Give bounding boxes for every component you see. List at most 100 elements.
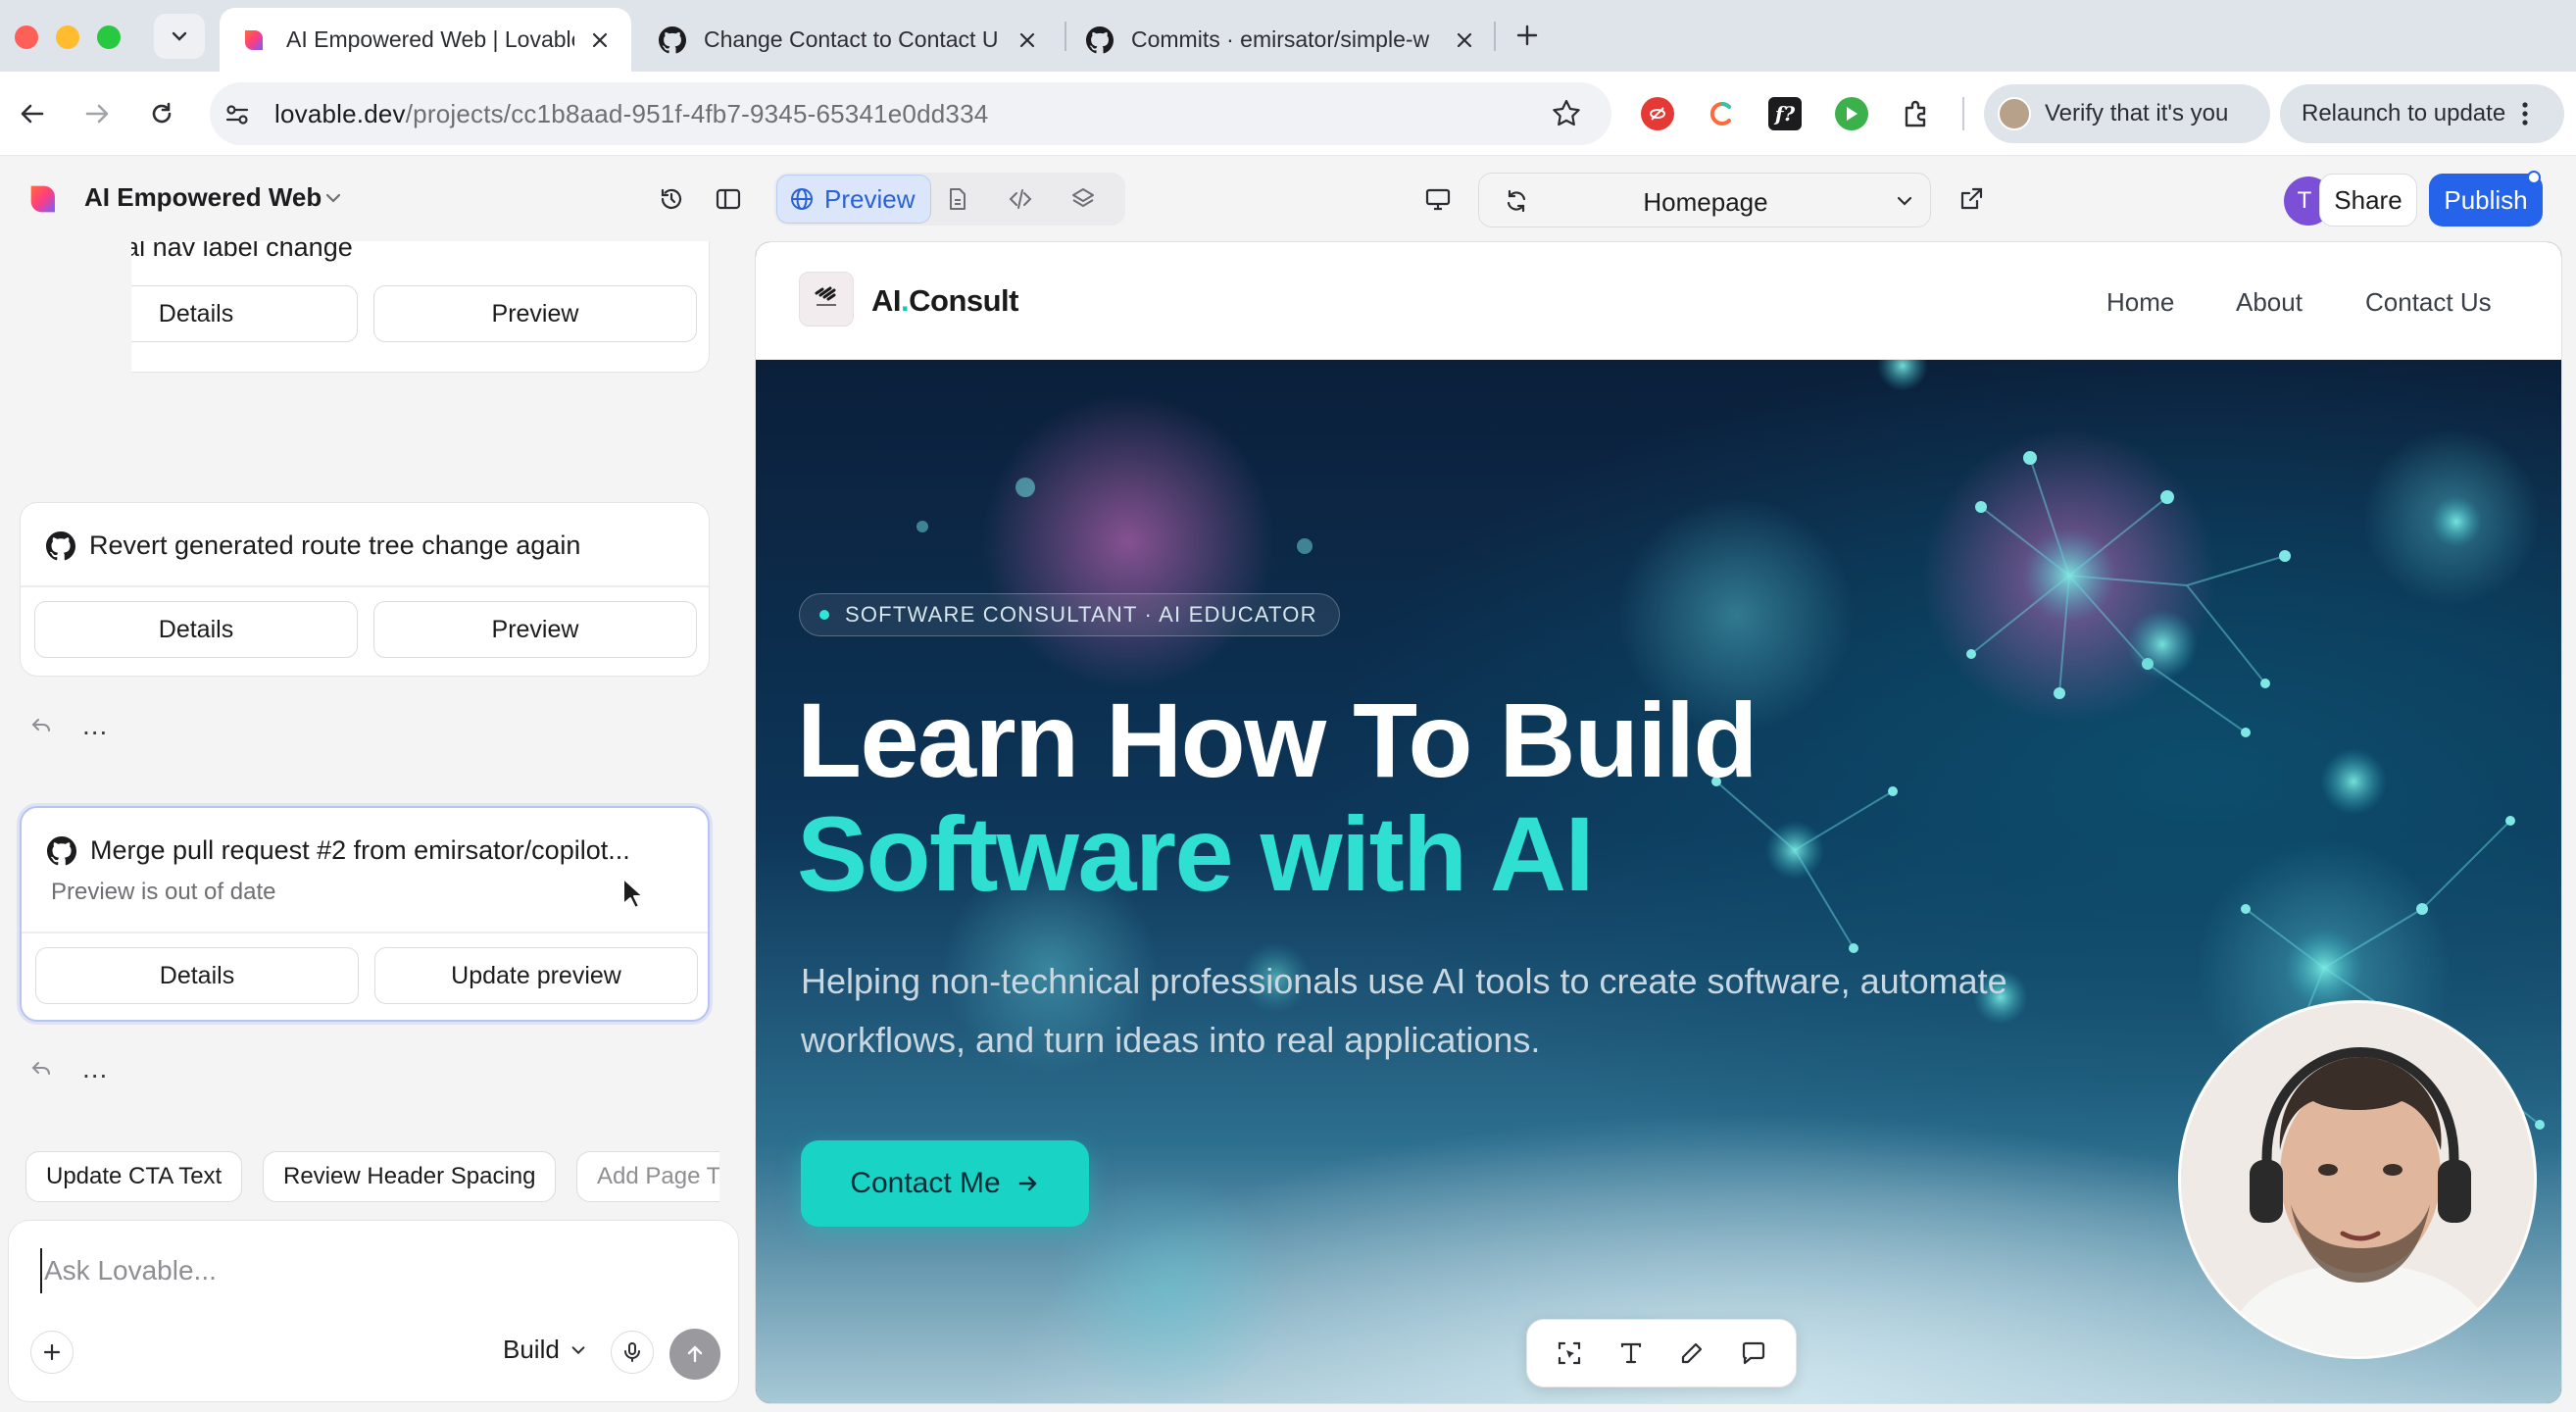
toolbar-divider: [1962, 97, 1964, 130]
close-icon[interactable]: [1017, 30, 1037, 50]
voice-input-button[interactable]: [611, 1331, 654, 1374]
tab-lovable[interactable]: AI Empowered Web | Lovable: [220, 8, 631, 72]
history-icon: [661, 188, 682, 209]
details-button[interactable]: Details: [35, 947, 359, 1004]
chevron-down-icon[interactable]: [323, 188, 343, 208]
details-button[interactable]: Details: [34, 601, 358, 658]
message-actions: ...: [29, 1053, 108, 1084]
nav-link-home[interactable]: Home: [2106, 287, 2174, 318]
history-button[interactable]: [653, 180, 690, 218]
suggestion-chip[interactable]: Review Header Spacing: [263, 1151, 557, 1202]
preview-button[interactable]: Preview: [373, 285, 697, 342]
file-icon: [950, 188, 966, 210]
webcam-overlay: [2178, 1000, 2537, 1359]
notification-dot: [2527, 171, 2541, 184]
visual-edit-toolbar: [1526, 1319, 1797, 1387]
arrow-right-icon: [85, 104, 109, 124]
extension-c-icon[interactable]: [1706, 97, 1739, 130]
chat-input[interactable]: [40, 1248, 687, 1293]
hero-headline-accent: Software with AI: [797, 794, 1595, 913]
close-icon[interactable]: [1455, 30, 1474, 50]
project-name[interactable]: AI Empowered Web: [84, 182, 322, 213]
nav-link-about[interactable]: About: [2236, 287, 2303, 318]
card-divider: [22, 932, 708, 933]
tab-code[interactable]: [1002, 180, 1039, 218]
back-button[interactable]: [12, 93, 53, 134]
more-options-button[interactable]: ...: [82, 1053, 108, 1084]
toggle-sidebar-button[interactable]: [710, 180, 747, 218]
presenter-video-image: [2181, 1003, 2534, 1356]
select-element-button[interactable]: [1549, 1333, 1590, 1374]
site-logo[interactable]: [799, 272, 854, 327]
device-toggle-button[interactable]: [1419, 180, 1457, 218]
github-icon: [46, 530, 75, 560]
tab-layers[interactable]: [1065, 180, 1102, 218]
send-button[interactable]: [669, 1329, 720, 1380]
build-mode-select[interactable]: Build: [503, 1335, 587, 1365]
tab-github-commits[interactable]: Commits · emirsator/simple-w: [1065, 8, 1496, 72]
commit-card: Revert generated route tree change again…: [20, 502, 710, 677]
draw-button[interactable]: [1671, 1333, 1712, 1374]
chevron-down-icon: [571, 1345, 585, 1354]
lovable-logo-icon[interactable]: [27, 182, 61, 216]
github-icon: [47, 835, 76, 865]
extension-play-icon[interactable]: [1835, 97, 1868, 130]
close-icon[interactable]: [590, 30, 610, 50]
site-settings-icon[interactable]: [223, 101, 251, 128]
tab-search-button[interactable]: [154, 14, 205, 59]
text-edit-button[interactable]: [1610, 1333, 1652, 1374]
message-actions: ...: [29, 710, 108, 741]
site-navbar: AI.Consult Home About Contact Us: [756, 242, 2561, 360]
comment-button[interactable]: [1733, 1333, 1774, 1374]
more-options-button[interactable]: ...: [82, 710, 108, 741]
url-host: lovable.dev: [274, 98, 406, 128]
tab-github-contact[interactable]: Change Contact to Contact U: [637, 8, 1059, 72]
tab-preview[interactable]: Preview: [776, 175, 931, 224]
close-window-button[interactable]: [15, 25, 38, 49]
tab-title: Commits · emirsator/simple-w: [1131, 26, 1430, 52]
badge-dot: [819, 610, 829, 620]
commit-title: Merge pull request #2 from emirsator/cop…: [47, 835, 630, 866]
undo-icon[interactable]: [29, 714, 53, 737]
nav-link-contact[interactable]: Contact Us: [2365, 287, 2492, 318]
browser-tab-bar: AI Empowered Web | Lovable Change Contac…: [0, 0, 2576, 72]
minimize-window-button[interactable]: [56, 25, 79, 49]
commit-title: Revert generated route tree change again: [46, 530, 580, 561]
browser-toolbar: lovable.dev/projects/cc1b8aad-951f-4fb7-…: [0, 72, 2576, 156]
forward-button[interactable]: [76, 93, 118, 134]
share-button[interactable]: Share: [2319, 174, 2417, 227]
suggestion-chip[interactable]: Add Page T: [576, 1151, 719, 1202]
extension-font-icon[interactable]: f?: [1768, 97, 1802, 130]
site-brand[interactable]: AI.Consult: [871, 283, 1018, 319]
hero-headline: Learn How To Build: [797, 681, 1758, 799]
external-link-icon: [1960, 187, 1983, 210]
new-tab-button[interactable]: [1510, 18, 1545, 53]
hero-badge-text: SOFTWARE CONSULTANT · AI EDUCATOR: [845, 602, 1317, 627]
open-in-new-tab-button[interactable]: [1953, 180, 1990, 218]
text-icon: [1620, 1342, 1641, 1364]
monitor-icon: [1425, 188, 1451, 211]
preview-button[interactable]: Preview: [373, 601, 697, 658]
contact-me-button[interactable]: Contact Me: [801, 1140, 1089, 1227]
verify-profile-button[interactable]: Verify that it's you: [1984, 84, 2270, 143]
page-selector[interactable]: Homepage: [1478, 173, 1931, 227]
bookmark-star-icon[interactable]: [1551, 98, 1582, 129]
suggestion-chip[interactable]: Update CTA Text: [25, 1151, 243, 1202]
extensions-puzzle-icon[interactable]: [1900, 97, 1933, 130]
relaunch-button[interactable]: Relaunch to update: [2280, 84, 2564, 143]
reload-button[interactable]: [141, 93, 182, 134]
address-bar[interactable]: lovable.dev/projects/cc1b8aad-951f-4fb7-…: [210, 82, 1611, 145]
relaunch-label: Relaunch to update: [2302, 100, 2506, 126]
attach-button[interactable]: [30, 1331, 74, 1374]
tab-files[interactable]: [939, 180, 976, 218]
update-preview-button[interactable]: Update preview: [374, 947, 698, 1004]
build-label: Build: [503, 1335, 560, 1364]
undo-icon[interactable]: [29, 1057, 53, 1081]
publish-button[interactable]: Publish: [2429, 174, 2543, 227]
extension-red-icon[interactable]: [1641, 97, 1674, 130]
layers-icon: [1072, 188, 1094, 207]
maximize-window-button[interactable]: [97, 25, 121, 49]
microphone-icon: [624, 1342, 640, 1362]
company-logo-icon: [815, 286, 836, 306]
github-icon: [1086, 25, 1114, 53]
